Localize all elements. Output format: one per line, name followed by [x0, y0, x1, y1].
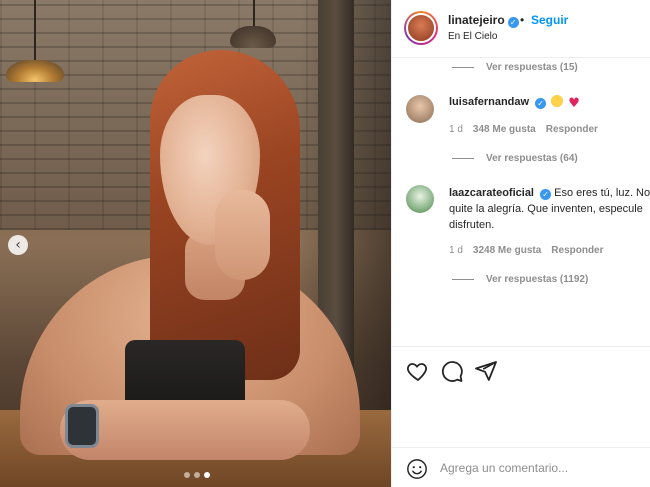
post-side-panel: linatejeiro ✓ • Seguir En El Cielo Ver re…	[391, 0, 650, 487]
lamp-cord	[253, 0, 255, 26]
emoji-picker-icon[interactable]	[406, 458, 428, 480]
pendant-lamp	[6, 60, 64, 82]
comment-meta: 1 d 348 Me gusta Responder	[449, 124, 598, 135]
view-replies-label: Ver respuestas (1192)	[486, 274, 589, 285]
author-avatar[interactable]	[404, 11, 438, 45]
comment-time: 1 d	[449, 245, 463, 256]
comment-text: luisafernandaw ✓ ♥	[449, 94, 650, 110]
comment-text: laazcarateoficial ✓ Eso eres tú, luz. No…	[449, 185, 650, 233]
post-header: linatejeiro ✓ • Seguir En El Cielo	[392, 0, 650, 58]
view-replies-button[interactable]: Ver respuestas (15)	[452, 62, 578, 73]
view-replies-label: Ver respuestas (64)	[486, 153, 578, 164]
commenter-username[interactable]: luisafernandaw	[449, 96, 529, 108]
chevron-left-icon: ‹	[15, 237, 21, 253]
heart-icon[interactable]	[406, 359, 430, 383]
share-icon[interactable]	[474, 359, 498, 383]
carousel-dots	[184, 472, 210, 478]
carousel-dot	[194, 472, 200, 478]
post-photo[interactable]: ‹	[0, 0, 391, 487]
view-replies-button[interactable]: Ver respuestas (64)	[452, 153, 578, 164]
replies-line	[452, 279, 474, 280]
comment-body-line: disfruten.	[449, 219, 495, 231]
post-location[interactable]: En El Cielo	[448, 31, 497, 42]
comment-body-line: Eso eres tú, luz. No	[554, 187, 650, 199]
view-replies-label: Ver respuestas (15)	[486, 62, 578, 73]
author-username-text: linatejeiro	[448, 13, 505, 27]
commenter-username[interactable]: laazcarateoficial	[449, 187, 534, 199]
pendant-lamp	[230, 26, 276, 48]
verified-badge-icon: ✓	[540, 189, 552, 200]
red-heart-emoji-icon: ♥	[568, 96, 580, 111]
follow-button[interactable]: Seguir	[531, 13, 568, 27]
author-username[interactable]: linatejeiro ✓	[448, 13, 519, 28]
smartwatch	[65, 404, 99, 448]
comment-input[interactable]	[440, 457, 640, 479]
reply-button[interactable]: Responder	[546, 124, 598, 135]
commenter-avatar[interactable]	[406, 185, 434, 213]
verified-badge-icon: ✓	[535, 98, 547, 109]
carousel-prev-button[interactable]: ‹	[8, 235, 28, 255]
verified-badge-icon: ✓	[507, 17, 519, 28]
avatar-image	[406, 13, 436, 43]
view-replies-button[interactable]: Ver respuestas (1192)	[452, 274, 588, 285]
commenter-avatar[interactable]	[406, 95, 434, 123]
add-comment-bar	[392, 447, 650, 487]
comment-likes[interactable]: 3248 Me gusta	[473, 245, 541, 256]
comment-meta: 1 d 3248 Me gusta Responder	[449, 245, 604, 256]
reply-button[interactable]: Responder	[551, 245, 603, 256]
star-struck-emoji-icon	[551, 95, 564, 107]
post-actions	[392, 346, 650, 392]
carousel-dot	[184, 472, 190, 478]
replies-line	[452, 67, 474, 68]
comment-likes[interactable]: 348 Me gusta	[473, 124, 536, 135]
replies-line	[452, 158, 474, 159]
comment-body-line: quite la alegría. Que inventen, especule	[449, 203, 643, 215]
comment-icon[interactable]	[440, 359, 464, 383]
comments-list[interactable]: Ver respuestas (15) luisafernandaw ✓ ♥ 1…	[392, 59, 650, 346]
comment-time: 1 d	[449, 124, 463, 135]
separator-dot: •	[520, 13, 525, 27]
person-hand	[215, 190, 270, 280]
lamp-cord	[34, 0, 36, 60]
carousel-dot-active	[204, 472, 210, 478]
